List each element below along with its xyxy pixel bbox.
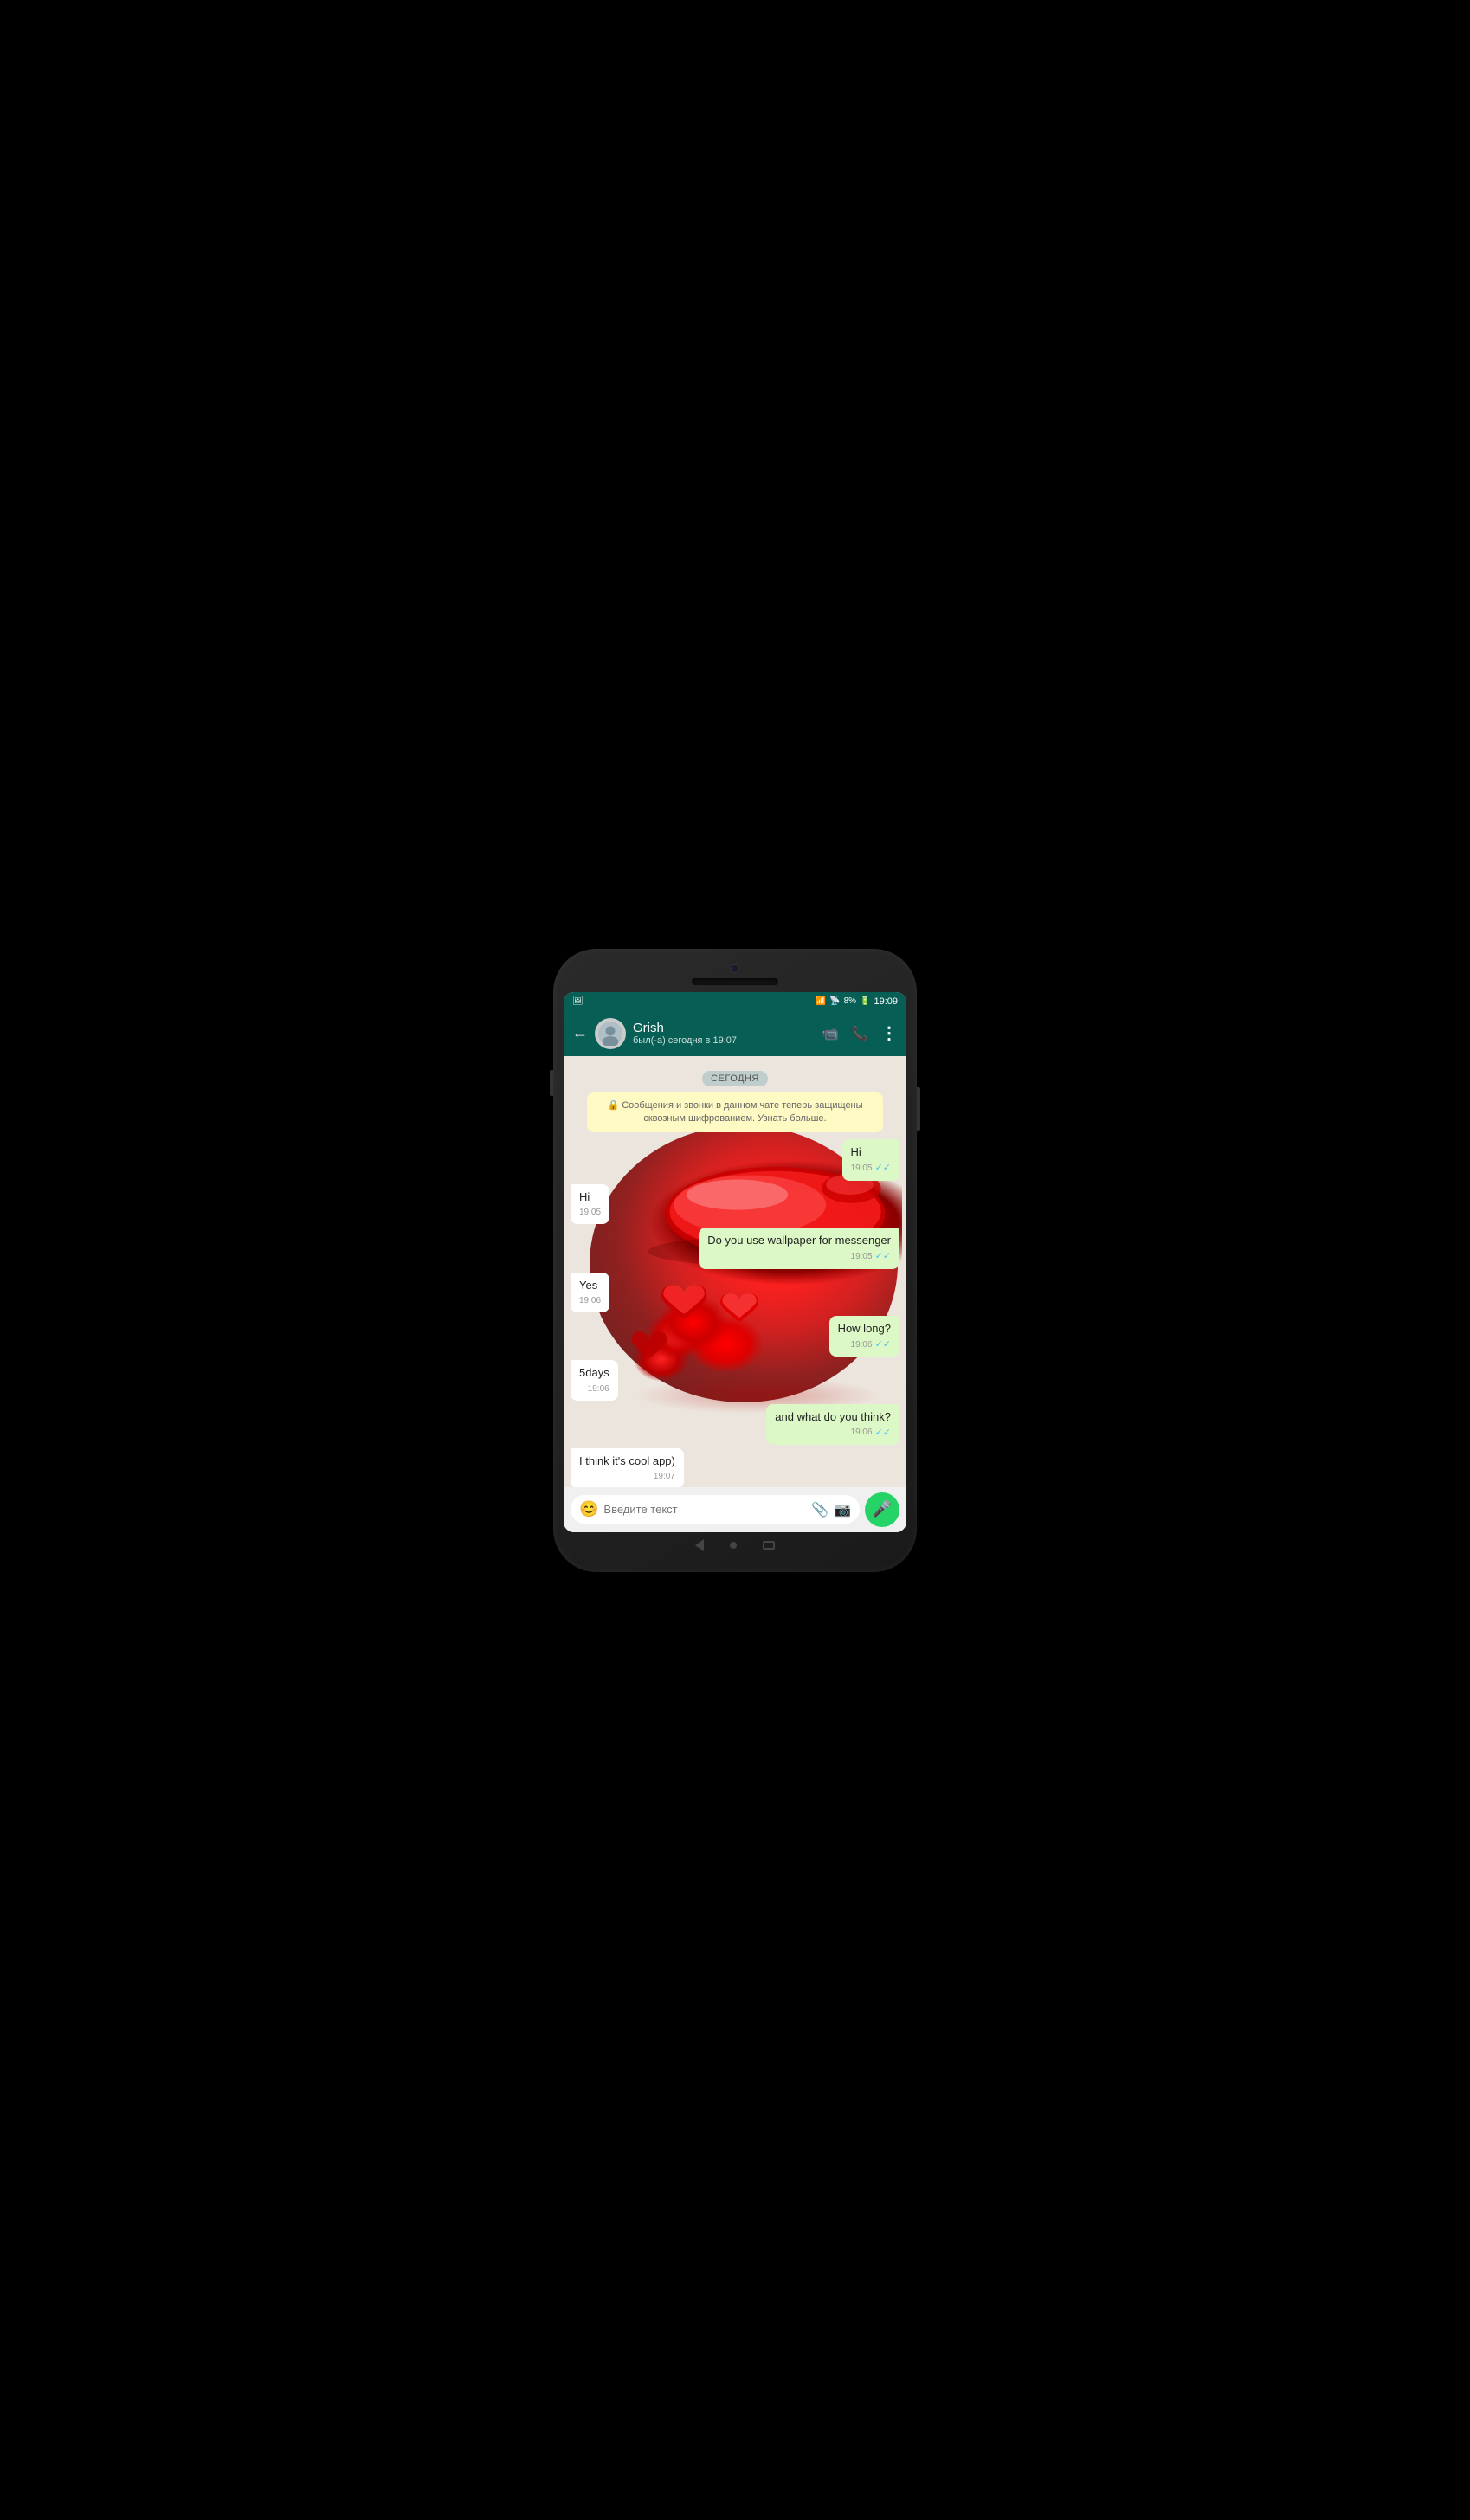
message-ticks: ✓✓ — [875, 1427, 891, 1440]
status-right: 📶 📡 8% 🔋 19:09 — [816, 996, 898, 1007]
message-row: Do you use wallpaper for messenger 19:05… — [571, 1228, 899, 1269]
message-ticks: ✓✓ — [875, 1338, 891, 1351]
volume-button-left — [550, 1070, 553, 1096]
front-camera — [731, 964, 739, 973]
wifi-icon: 📶 — [816, 996, 826, 1006]
camera-button[interactable]: 📷 — [834, 1501, 851, 1518]
notification-icon: 🖼 — [572, 996, 583, 1006]
back-nav[interactable] — [695, 1539, 704, 1551]
message-bubble: Hi 19:05 — [571, 1184, 609, 1224]
date-badge: СЕГОДНЯ — [571, 1070, 899, 1086]
message-time: 19:07 — [654, 1471, 675, 1483]
message-row: How long? 19:06 ✓✓ — [571, 1316, 899, 1357]
message-meta: 19:06 — [579, 1383, 609, 1395]
message-row: and what do you think? 19:06 ✓✓ — [571, 1404, 899, 1446]
phone-call-button[interactable]: 📞 — [851, 1025, 868, 1042]
message-text: I think it's cool app) — [579, 1453, 675, 1469]
message-row: Hi 19:05 ✓✓ — [571, 1139, 899, 1181]
message-meta: 19:05 ✓✓ — [851, 1162, 891, 1175]
message-text: and what do you think? — [775, 1409, 891, 1425]
attach-button[interactable]: 📎 — [811, 1501, 828, 1518]
message-text: Yes — [579, 1278, 601, 1293]
input-bar: 😊 📎 📷 🎤 — [564, 1487, 906, 1532]
chat-header: ← Grish был(-а) сегодня в 19:07 📹 📞 ⋮ — [564, 1011, 906, 1056]
message-text: Hi — [579, 1189, 601, 1205]
message-input-container: 😊 📎 📷 — [571, 1495, 860, 1524]
recents-nav[interactable] — [763, 1541, 775, 1550]
message-ticks: ✓✓ — [875, 1250, 891, 1263]
message-meta: 19:07 — [579, 1471, 675, 1483]
message-time: 19:06 — [579, 1295, 601, 1307]
message-time: 19:06 — [851, 1339, 873, 1351]
power-button — [917, 1087, 920, 1131]
message-meta: 19:06 — [579, 1295, 601, 1307]
message-time: 19:06 — [588, 1383, 609, 1395]
earpiece-speaker — [692, 978, 778, 985]
message-ticks: ✓✓ — [875, 1162, 891, 1175]
phone-device: 🖼 📶 📡 8% 🔋 19:09 ← Grish — [553, 949, 917, 1572]
message-bubble: Yes 19:06 — [571, 1273, 609, 1312]
message-bubble: Hi 19:05 ✓✓ — [842, 1139, 899, 1181]
message-row: I think it's cool app) 19:07 — [571, 1448, 899, 1486]
mic-button[interactable]: 🎤 — [865, 1492, 899, 1527]
video-call-button[interactable]: 📹 — [822, 1025, 839, 1042]
message-meta: 19:06 ✓✓ — [775, 1427, 891, 1440]
battery-icon: 🔋 — [860, 996, 870, 1006]
message-text: How long? — [838, 1321, 891, 1337]
chat-body: СЕГОДНЯ 🔒 Сообщения и звонки в данном ча… — [564, 1056, 906, 1487]
back-button[interactable]: ← — [572, 1024, 588, 1042]
mic-icon: 🎤 — [873, 1500, 892, 1518]
message-text: Hi — [851, 1144, 891, 1160]
status-bar: 🖼 📶 📡 8% 🔋 19:09 — [564, 992, 906, 1011]
phone-nav-bar — [564, 1532, 906, 1555]
message-row: Yes 19:06 — [571, 1273, 899, 1312]
message-text: Do you use wallpaper for messenger — [707, 1233, 891, 1248]
message-time: 19:05 — [579, 1207, 601, 1219]
status-left: 🖼 — [572, 996, 585, 1006]
message-bubble: I think it's cool app) 19:07 — [571, 1448, 684, 1486]
message-meta: 19:06 ✓✓ — [838, 1338, 891, 1351]
message-bubble: and what do you think? 19:06 ✓✓ — [766, 1404, 899, 1446]
more-options-button[interactable]: ⋮ — [880, 1022, 898, 1044]
home-nav[interactable] — [730, 1542, 737, 1549]
battery-percentage: 8% — [844, 996, 856, 1006]
message-time: 19:05 — [851, 1251, 873, 1263]
clock: 19:09 — [874, 996, 898, 1007]
message-bubble: How long? 19:06 ✓✓ — [829, 1316, 899, 1357]
message-row: 5days 19:06 — [571, 1360, 899, 1400]
header-actions: 📹 📞 ⋮ — [822, 1022, 898, 1044]
message-bubble: 5days 19:06 — [571, 1360, 618, 1400]
signal-icon: 📡 — [829, 996, 840, 1006]
message-input[interactable] — [603, 1503, 806, 1516]
message-text: 5days — [579, 1365, 609, 1381]
contact-status: был(-а) сегодня в 19:07 — [633, 1035, 815, 1046]
encryption-notice: 🔒 Сообщения и звонки в данном чате тепер… — [587, 1092, 883, 1133]
message-meta: 19:05 — [579, 1207, 601, 1219]
phone-screen: 🖼 📶 📡 8% 🔋 19:09 ← Grish — [564, 992, 906, 1532]
message-time: 19:05 — [851, 1163, 873, 1175]
contact-name: Grish — [633, 1021, 815, 1035]
contact-info[interactable]: Grish был(-а) сегодня в 19:07 — [633, 1021, 815, 1046]
message-bubble: Do you use wallpaper for messenger 19:05… — [699, 1228, 899, 1269]
message-time: 19:06 — [851, 1427, 873, 1439]
date-label: СЕГОДНЯ — [702, 1071, 768, 1086]
contact-avatar[interactable] — [595, 1018, 626, 1049]
message-row: Hi 19:05 — [571, 1184, 899, 1224]
message-meta: 19:05 ✓✓ — [707, 1250, 891, 1263]
emoji-button[interactable]: 😊 — [579, 1500, 598, 1518]
encryption-text: 🔒 Сообщения и звонки в данном чате тепер… — [607, 1100, 862, 1124]
